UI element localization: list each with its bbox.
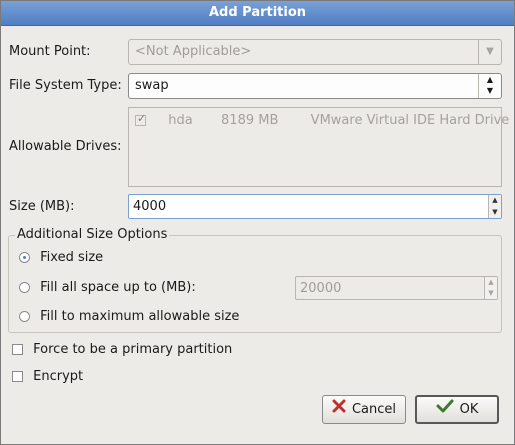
mount-point-value: <Not Applicable> — [135, 44, 252, 59]
drive-size: 8189 MB — [221, 113, 279, 128]
title-bar: Add Partition — [1, 1, 514, 26]
file-system-type-label: File System Type: — [9, 78, 122, 93]
drive-name: hda — [168, 113, 193, 128]
allowable-drives-list[interactable]: ✓ hda 8189 MB VMware Virtual IDE Hard Dr… — [128, 107, 509, 187]
fixed-size-option[interactable]: Fixed size — [19, 250, 103, 265]
file-system-type-value: swap — [135, 78, 169, 93]
size-label: Size (MB): — [9, 199, 75, 214]
fill-up-to-option[interactable]: Fill all space up to (MB): — [19, 280, 196, 295]
cancel-x-icon — [332, 396, 346, 423]
size-value: 4000 — [133, 199, 167, 214]
primary-partition-option[interactable]: Force to be a primary partition — [12, 342, 232, 357]
fill-up-to-radio[interactable] — [19, 282, 30, 293]
ok-button[interactable]: OK — [415, 395, 499, 424]
additional-size-options-legend: Additional Size Options — [15, 227, 170, 242]
mount-point-combo[interactable]: <Not Applicable> ▼ — [128, 39, 502, 65]
encrypt-checkbox[interactable] — [12, 371, 23, 382]
fill-max-radio[interactable] — [19, 311, 30, 322]
ok-checkmark-icon — [436, 397, 454, 422]
cancel-button[interactable]: Cancel — [322, 395, 406, 424]
file-system-type-combo[interactable]: swap ▲ ▼ — [128, 73, 502, 99]
fill-up-to-spin-buttons[interactable]: ▲ ▼ — [484, 277, 497, 299]
drive-row[interactable]: ✓ hda 8189 MB VMware Virtual IDE Hard Dr… — [135, 112, 510, 128]
fill-max-option[interactable]: Fill to maximum allowable size — [19, 309, 239, 324]
allowable-drives-label: Allowable Drives: — [9, 139, 122, 154]
primary-partition-checkbox[interactable] — [12, 344, 23, 355]
fixed-size-radio[interactable] — [19, 252, 30, 263]
drive-checkbox[interactable]: ✓ — [135, 112, 147, 126]
dialog-title: Add Partition — [208, 5, 307, 20]
size-spinbutton[interactable]: 4000 ▲ ▼ — [128, 194, 502, 219]
size-spin-buttons[interactable]: ▲ ▼ — [488, 195, 501, 218]
spin-up-icon[interactable]: ▲ — [485, 277, 497, 288]
spin-down-icon[interactable]: ▼ — [485, 288, 497, 299]
fill-up-to-value: 20000 — [300, 281, 342, 296]
checkmark-icon: ✓ — [137, 112, 147, 125]
spin-down-icon[interactable]: ▼ — [489, 207, 501, 219]
chevron-down-icon: ▼ — [478, 40, 501, 64]
spin-up-icon[interactable]: ▲ — [489, 195, 501, 207]
encrypt-option[interactable]: Encrypt — [12, 369, 83, 384]
updown-arrow-icon: ▲ ▼ — [478, 74, 501, 98]
mount-point-label: Mount Point: — [9, 44, 91, 59]
fill-up-to-spinbutton[interactable]: 20000 ▲ ▼ — [295, 276, 498, 300]
drive-model: VMware Virtual IDE Hard Drive — [310, 113, 510, 128]
additional-size-options-frame: Additional Size Options Fixed size Fill … — [8, 227, 502, 333]
add-partition-dialog: Add Partition Mount Point: <Not Applicab… — [0, 0, 515, 445]
